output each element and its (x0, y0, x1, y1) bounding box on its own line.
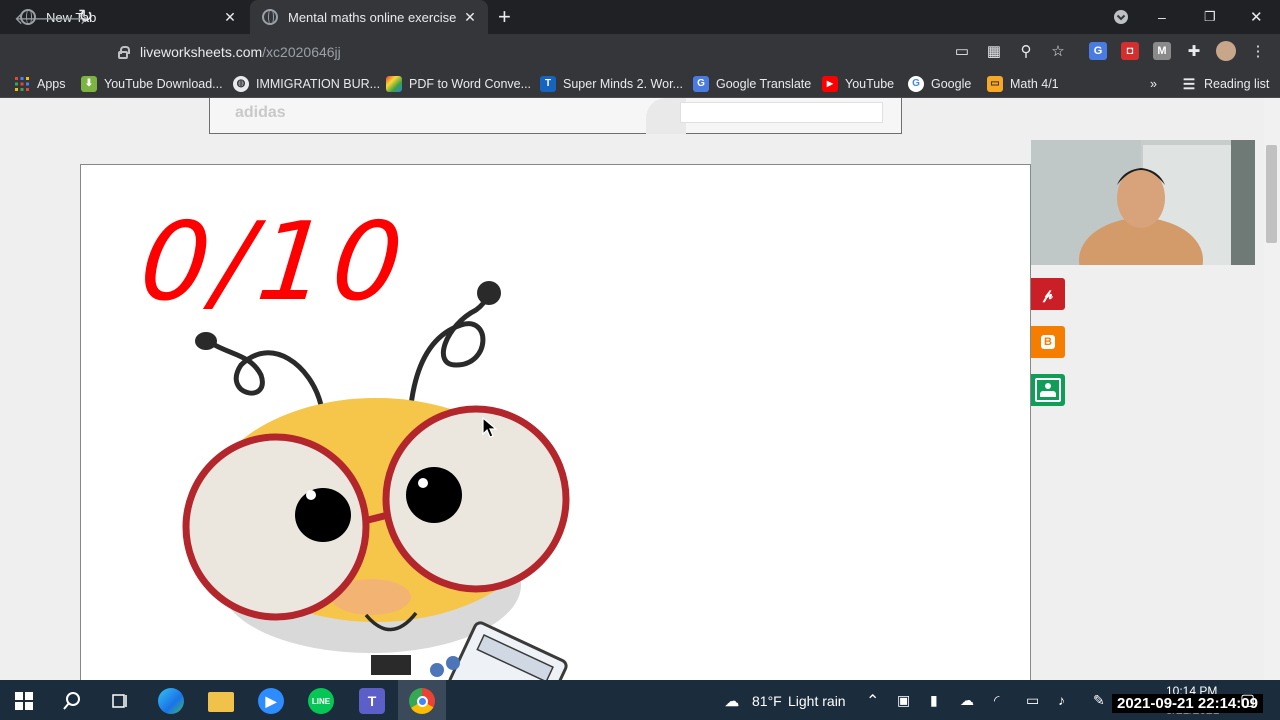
tray-overflow-chevron-icon[interactable]: ⌃ (866, 691, 879, 711)
notification-icon[interactable]: ▢ (1240, 690, 1255, 710)
bookmark-label: YouTube Download... (104, 77, 223, 91)
bookmarks-bar: Apps ⬇ YouTube Download... ◍ IMMIGRATION… (0, 70, 1280, 98)
close-tab-icon[interactable]: ✕ (460, 9, 480, 26)
chrome-browser-icon[interactable] (409, 688, 435, 714)
bookmark-google[interactable]: G Google (908, 75, 971, 93)
webcam-overlay (1031, 140, 1255, 265)
tab-title: Mental maths online exercise for (288, 9, 460, 25)
edge-browser-icon[interactable] (158, 688, 184, 714)
volume-icon[interactable]: ♪ (1058, 692, 1065, 708)
url-path: /xc2020646jj (262, 44, 341, 60)
windows-start-icon[interactable] (11, 688, 37, 714)
t-logo-icon: T (540, 76, 556, 92)
worksheet-canvas[interactable]: 0/10 (80, 164, 1031, 680)
battery-icon[interactable]: ▭ (1026, 692, 1039, 709)
microphone-icon[interactable]: ▮ (930, 692, 938, 709)
bookmark-label: Google (931, 77, 972, 91)
translate-icon: G (693, 76, 709, 92)
bookmark-apps[interactable]: Apps (14, 75, 66, 93)
bookmark-label: Google Translate (716, 77, 812, 91)
download-arrow-icon: ⬇ (81, 76, 97, 92)
youtube-play-icon: ▶ (822, 76, 838, 92)
bookmark-label: Math 4/1 (1010, 77, 1059, 91)
folder-icon: ▭ (987, 76, 1003, 92)
pdf-converter-icon (386, 76, 402, 92)
file-explorer-icon[interactable] (208, 692, 234, 712)
windows-taskbar (0, 680, 1280, 720)
url-host: liveworksheets.com (140, 44, 263, 60)
ad-brand-label: adidas (235, 104, 286, 121)
bookmark-label: YouTube (845, 77, 895, 91)
teams-app-icon[interactable]: T (359, 688, 385, 714)
reading-list-icon: ☰ (1182, 76, 1196, 92)
reading-list-button[interactable]: ☰ Reading list (1181, 75, 1270, 93)
bookmark-youtube[interactable]: ▶ YouTube (822, 75, 894, 93)
mail-extension-icon[interactable]: M (1153, 42, 1171, 60)
wifi-icon[interactable]: ◜ (994, 692, 999, 709)
globe-icon: ◍ (233, 76, 249, 92)
bookmarks-overflow-chevron[interactable]: » (1150, 75, 1157, 93)
score-label: 0/10 (134, 200, 415, 325)
weather-cloud-icon: ☁ (725, 692, 739, 709)
search-icon[interactable] (59, 688, 85, 714)
bookmark-google-translate[interactable]: G Google Translate (693, 75, 811, 93)
lock-icon[interactable] (118, 46, 130, 59)
bookmark-math[interactable]: ▭ Math 4/1 (987, 75, 1059, 93)
menu-kebab-icon[interactable]: ⋮ (1248, 42, 1268, 62)
restore-button[interactable]: ❐ (1204, 0, 1216, 34)
line-app-icon[interactable]: LINE (308, 688, 334, 714)
meet-now-icon[interactable]: ▣ (897, 692, 910, 709)
mouse-cursor-icon (482, 417, 498, 438)
globe-icon (262, 9, 278, 25)
zoom-app-icon[interactable]: ▶ (258, 688, 284, 714)
bookmark-youtube-download[interactable]: ⬇ YouTube Download... (81, 75, 223, 93)
bookmark-super-minds[interactable]: T Super Minds 2. Wor... (540, 75, 683, 93)
google-classroom-icon (1035, 378, 1061, 402)
close-window-button[interactable]: ✕ (1250, 0, 1263, 34)
google-translate-extension-icon[interactable]: G (1089, 42, 1107, 60)
minimize-button[interactable]: – (1158, 0, 1166, 34)
blogger-share-button[interactable]: B (1031, 326, 1065, 358)
qr-code-icon[interactable]: ▦ (984, 42, 1004, 62)
task-view-icon[interactable] (107, 688, 133, 714)
reload-icon[interactable]: ↻ (78, 6, 93, 27)
tab-search-icon[interactable] (1113, 0, 1129, 34)
tab-strip: New Tab ✕ Mental maths online exercise f… (0, 0, 1280, 34)
scrollbar-thumb[interactable] (1266, 145, 1277, 243)
weather-temperature[interactable]: 81°F (752, 693, 782, 709)
bookmark-star-icon[interactable]: ☆ (1048, 42, 1068, 62)
pinterest-icon: 𝓅 (1043, 285, 1053, 302)
page-viewport: adidas 0/10 𝓅 B (0, 98, 1264, 680)
advertisement-banner[interactable]: adidas (209, 98, 902, 134)
apps-grid-icon (14, 76, 30, 92)
google-classroom-share-button[interactable] (1031, 374, 1065, 406)
pocket-extension-icon[interactable]: ◘ (1121, 42, 1139, 60)
new-tab-button[interactable]: + (498, 6, 511, 28)
bookmark-immigration[interactable]: ◍ IMMIGRATION BUR... (233, 75, 380, 93)
pen-icon[interactable]: ✎ (1093, 692, 1105, 709)
extensions-puzzle-icon[interactable]: ✚ (1184, 42, 1204, 62)
close-tab-icon[interactable]: ✕ (220, 9, 240, 26)
reading-list-label: Reading list (1204, 77, 1270, 91)
zoom-icon[interactable]: ⚲ (1016, 42, 1036, 62)
google-g-icon: G (908, 76, 924, 92)
bookmark-label: IMMIGRATION BUR... (256, 77, 381, 91)
onedrive-cloud-icon[interactable]: ☁ (960, 692, 974, 709)
cast-icon[interactable]: ▭ (952, 42, 972, 62)
tab-mental-maths[interactable]: Mental maths online exercise for ✕ (250, 0, 488, 34)
bookmark-label: Apps (37, 77, 66, 91)
address-bar[interactable]: liveworksheets.com/xc2020646jj (108, 38, 1083, 66)
profile-avatar[interactable] (1216, 41, 1236, 61)
pinterest-share-button[interactable]: 𝓅 (1031, 278, 1065, 310)
bookmark-label: PDF to Word Conve... (409, 77, 532, 91)
blogger-icon: B (1041, 335, 1055, 349)
bookmark-label: Super Minds 2. Wor... (563, 77, 683, 91)
ad-button[interactable] (680, 102, 883, 123)
bookmark-pdf-to-word[interactable]: PDF to Word Conve... (386, 75, 531, 93)
weather-condition[interactable]: Light rain (788, 693, 846, 709)
